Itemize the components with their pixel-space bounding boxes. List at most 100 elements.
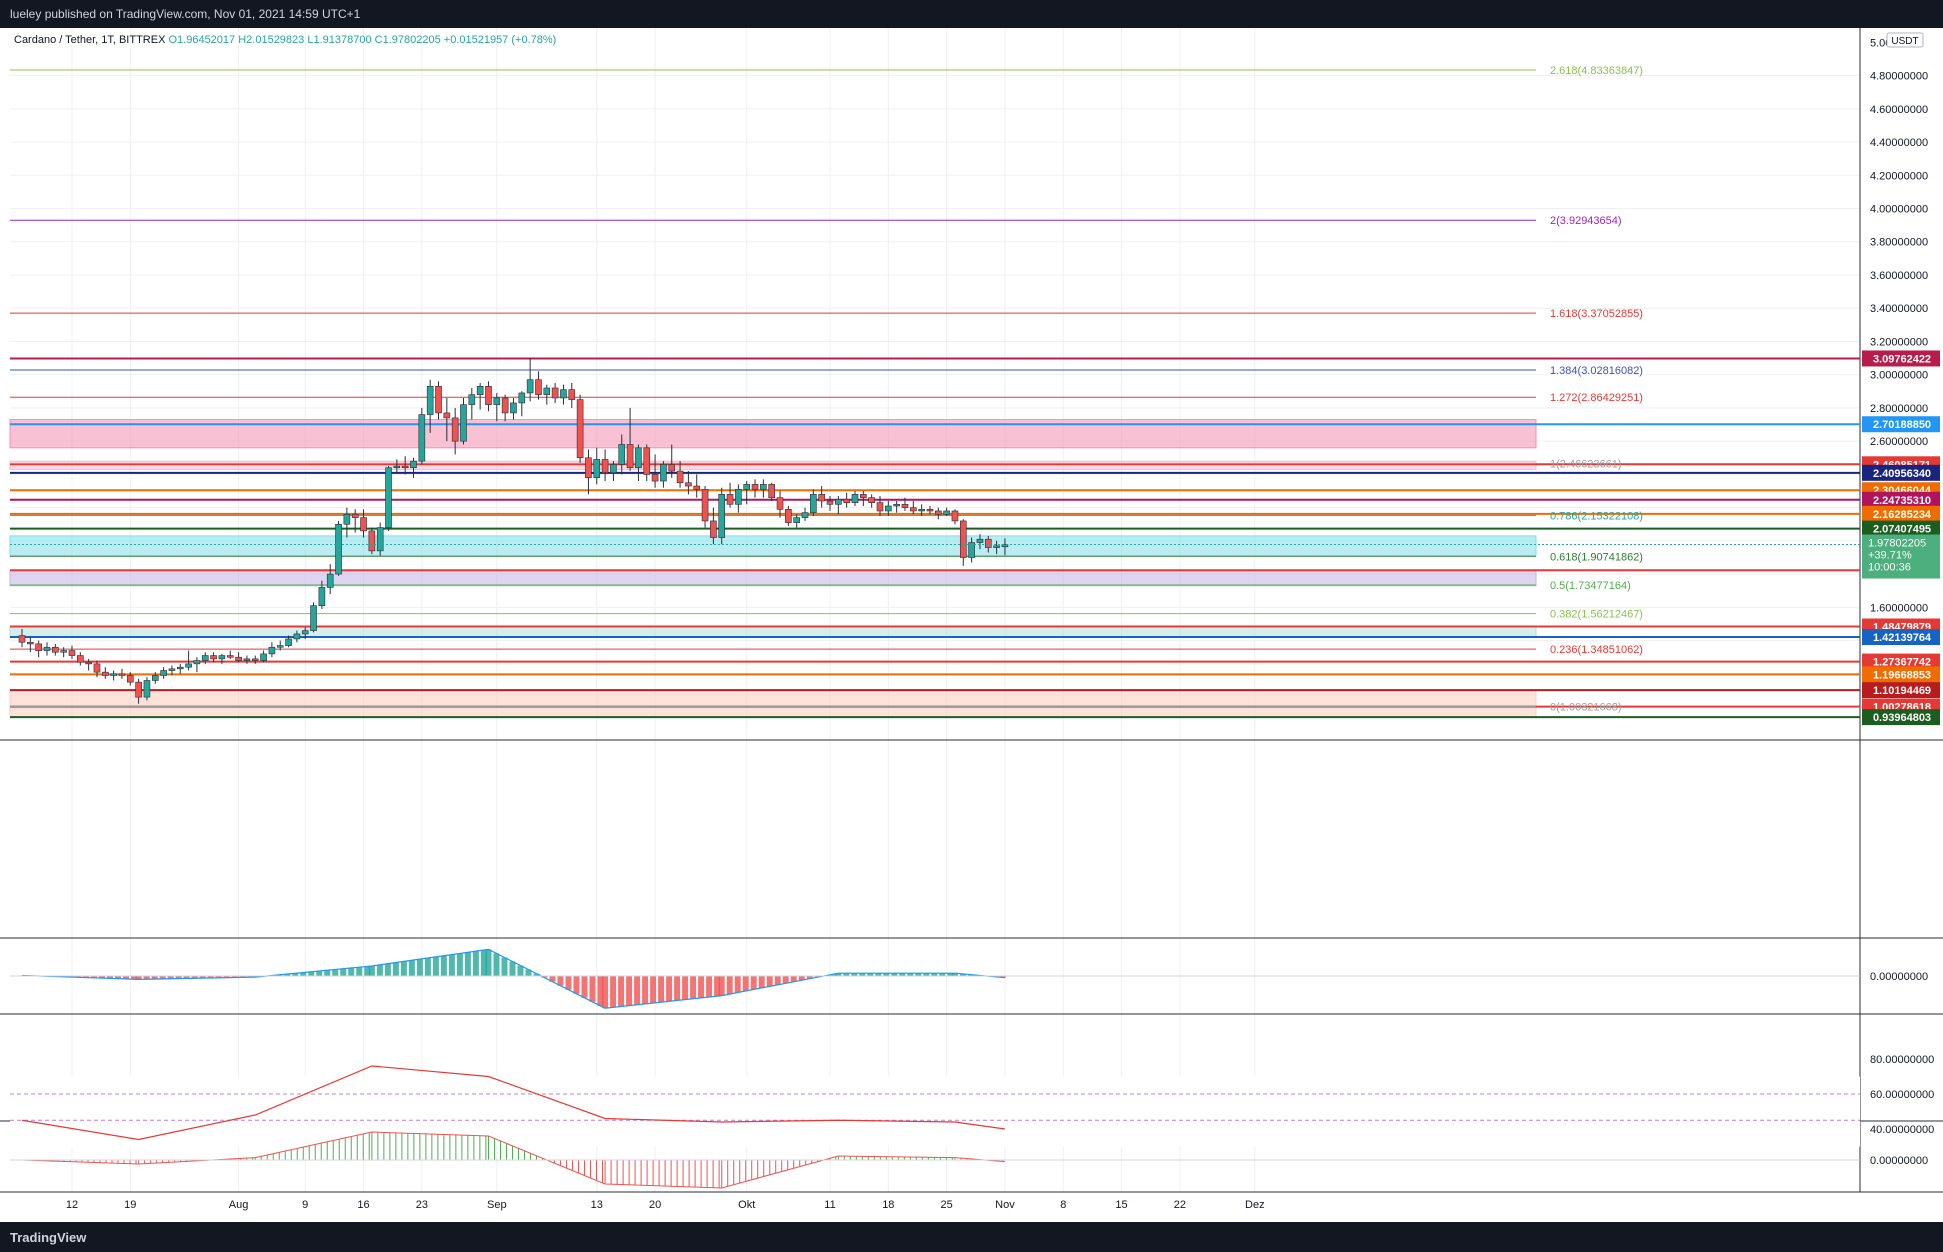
candle-body[interactable] [976,538,984,543]
candle-body[interactable] [543,387,551,395]
candle-body[interactable] [293,633,301,640]
candle-body[interactable] [368,530,376,552]
candle-body[interactable] [959,520,967,558]
candle-body[interactable] [610,464,617,474]
candle-body[interactable] [760,484,767,490]
candle-body[interactable] [143,680,151,698]
candle-body[interactable] [710,520,717,538]
candle-body[interactable] [560,389,567,399]
candle-body[interactable] [18,635,26,643]
candle-body[interactable] [160,670,167,676]
candle-body[interactable] [260,653,267,661]
candle-body[interactable] [52,646,59,653]
candle-body[interactable] [493,397,501,405]
candle-body[interactable] [868,497,875,503]
candle-body[interactable] [843,499,850,503]
candle-body[interactable] [185,663,192,668]
candle-body[interactable] [468,394,476,405]
candle-body[interactable] [77,655,84,663]
candles[interactable]: 1.97802205+39.71%10:00:36 [10,358,1940,704]
candle-body[interactable] [27,641,34,645]
candle-body[interactable] [535,379,542,395]
candle-body[interactable] [201,655,209,661]
candle-body[interactable] [751,484,759,490]
candle-body[interactable] [318,587,326,606]
candle-body[interactable] [60,650,67,653]
candle-body[interactable] [102,671,109,676]
candle-body[interactable] [335,523,342,575]
candle-body[interactable] [585,457,592,479]
candle-body[interactable] [235,656,242,661]
candle-body[interactable] [743,484,751,490]
candle-body[interactable] [801,512,809,518]
candle-body[interactable] [951,510,959,522]
candle-body[interactable] [984,538,992,548]
candle-body[interactable] [785,509,792,523]
candle-body[interactable] [268,646,276,655]
candle-body[interactable] [393,465,401,469]
candle-body[interactable] [193,660,201,665]
candle-body[interactable] [443,412,451,419]
candle-body[interactable] [343,513,351,525]
candle-body[interactable] [576,399,584,459]
candle-body[interactable] [251,658,259,661]
candle-body[interactable] [926,509,934,512]
candle-body[interactable] [768,484,776,498]
time-axis[interactable]: 12 19 Aug 9 16 23 Sep 13 20 Okt 11 18 25 Nov 8 15 22 Dez [66,1199,1265,1211]
candle-body[interactable] [668,464,676,472]
candle-body[interactable] [118,673,126,676]
candle-body[interactable] [526,379,534,394]
candle-body[interactable] [426,386,434,415]
candle-body[interactable] [135,681,142,698]
candle-body[interactable] [360,517,367,532]
candle-body[interactable] [943,510,950,515]
candle-body[interactable] [301,630,309,635]
candle-body[interactable] [893,504,900,507]
candle-body[interactable] [660,464,667,482]
candle-body[interactable] [735,489,742,505]
candle-body[interactable] [835,499,842,505]
candle-body[interactable] [918,509,925,512]
candle-body[interactable] [451,417,459,442]
candle-body[interactable] [901,504,909,508]
candle-body[interactable] [910,507,917,512]
candle-body[interactable] [793,517,800,523]
candle-body[interactable] [85,661,92,665]
candle-body[interactable] [418,414,426,462]
candle-body[interactable] [285,638,292,646]
tradingview-logo[interactable]: TradingView [10,1230,86,1245]
candle-body[interactable] [435,386,442,414]
candle-body[interactable] [718,494,726,538]
candle-body[interactable] [276,645,284,648]
candle-body[interactable] [810,494,817,513]
candle-body[interactable] [851,494,859,503]
candle-body[interactable] [518,392,526,404]
candle-body[interactable] [93,663,101,673]
candle-body[interactable] [693,485,701,490]
candle-body[interactable] [218,655,226,660]
candle-body[interactable] [510,402,517,414]
candle-body[interactable] [460,404,467,442]
candle-body[interactable] [68,650,76,656]
candle-body[interactable] [43,646,51,651]
candle-body[interactable] [934,510,942,515]
candle-body[interactable] [826,500,834,505]
candle-body[interactable] [210,655,217,660]
candle-body[interactable] [601,459,609,474]
candle-body[interactable] [860,494,867,498]
candle-body[interactable] [635,447,642,469]
candle-body[interactable] [126,675,134,683]
candle-body[interactable] [243,658,251,661]
candle-body[interactable] [993,545,1000,548]
candle-body[interactable] [401,465,409,469]
candle-body[interactable] [551,387,559,399]
candle-body[interactable] [643,447,651,475]
candle-body[interactable] [476,386,484,395]
candle-body[interactable] [818,494,825,502]
candle-body[interactable] [351,513,359,518]
candle-body[interactable] [410,460,417,469]
candle-body[interactable] [310,605,317,631]
candle-body[interactable] [385,467,392,528]
candle-body[interactable] [226,655,234,658]
chart-area[interactable]: 3.097624222.701888502.460851712.40956340… [0,28,1943,1222]
